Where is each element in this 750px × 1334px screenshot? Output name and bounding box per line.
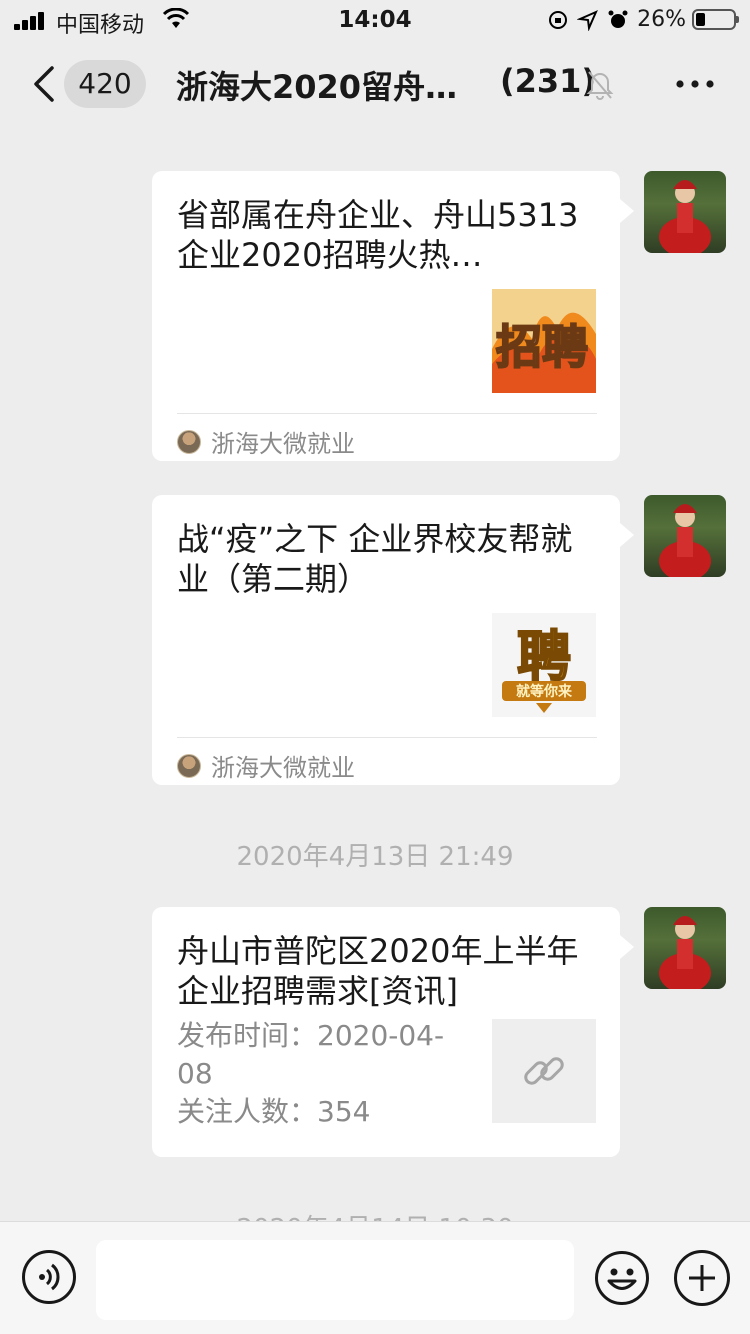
recruitment-fire-thumb: 招聘 <box>492 289 596 393</box>
sender-avatar[interactable] <box>644 907 726 989</box>
article-title: 战“疫”之下 企业界校友帮就业（第二期） <box>177 520 573 598</box>
article-title: 省部属在舟企业、舟山5313企业2020招聘火热… <box>177 196 579 274</box>
article-source[interactable]: 浙海大微就业 <box>177 424 355 459</box>
more-functions-button[interactable] <box>674 1250 730 1306</box>
thumb-text: 招聘 <box>496 320 588 374</box>
source-name: 浙海大微就业 <box>211 754 355 782</box>
chat-timestamp: 2020年4月14日 10:30 <box>0 1208 750 1221</box>
link-title: 舟山市普陀区2020年上半年企业招聘需求[资讯] <box>177 932 579 1010</box>
sender-avatar[interactable] <box>644 495 726 577</box>
link-meta: 发布时间：2020-04-08 关注人数：354 <box>177 1017 467 1131</box>
recruitment-gold-thumb: 聘 就等你来 <box>492 613 596 717</box>
message-input[interactable] <box>96 1240 574 1320</box>
member-count: (231) <box>500 62 597 100</box>
mute-bell-icon <box>586 71 614 100</box>
battery-percent: 26% <box>637 7 686 32</box>
publish-time: 发布时间：2020-04-08 <box>177 1019 445 1090</box>
chat-title[interactable]: 浙海大2020留舟… <box>176 62 457 108</box>
source-avatar <box>177 429 201 454</box>
unread-count-badge[interactable]: 420 <box>64 60 146 108</box>
link-thumb <box>492 1019 596 1123</box>
follower-count: 关注人数：354 <box>177 1095 371 1128</box>
voice-input-button[interactable] <box>22 1250 76 1304</box>
article-card-1[interactable]: 省部属在舟企业、舟山5313企业2020招聘火热… 招聘 浙海大微就业 <box>152 171 634 461</box>
chat-timestamp: 2020年4月13日 21:49 <box>236 842 514 872</box>
battery-level <box>696 13 705 26</box>
alarm-icon <box>608 10 628 28</box>
more-options-icon[interactable] <box>676 80 714 88</box>
card-divider <box>177 413 597 414</box>
plus-icon <box>689 1265 715 1291</box>
source-name: 浙海大微就业 <box>211 430 355 458</box>
thumb-text: 聘 <box>517 625 571 688</box>
battery-icon <box>692 9 739 30</box>
back-icon[interactable] <box>32 66 58 102</box>
source-avatar <box>177 753 201 778</box>
card-divider <box>177 737 597 738</box>
sender-avatar[interactable] <box>644 171 726 253</box>
status-bar: 中国移动 14:04 26% <box>0 0 750 40</box>
thumb-subtext: 就等你来 <box>516 683 573 700</box>
rotation-lock-icon <box>549 10 568 29</box>
nav-bar: 420 浙海大2020留舟… (231) <box>0 40 750 128</box>
emoji-icon[interactable] <box>594 1250 650 1306</box>
voice-icon <box>39 1263 60 1291</box>
location-icon <box>577 9 599 31</box>
article-source[interactable]: 浙海大微就业 <box>177 748 355 783</box>
article-card-2[interactable]: 战“疫”之下 企业界校友帮就业（第二期） 聘 就等你来 浙海大微就业 <box>152 495 634 785</box>
link-card[interactable]: 舟山市普陀区2020年上半年企业招聘需求[资讯] 发布时间：2020-04-08… <box>152 907 634 1157</box>
input-bar <box>0 1221 750 1334</box>
link-icon <box>524 1057 564 1085</box>
chat-message-list[interactable]: 省部属在舟企业、舟山5313企业2020招聘火热… 招聘 浙海大微就业 战“疫”… <box>0 128 750 1221</box>
